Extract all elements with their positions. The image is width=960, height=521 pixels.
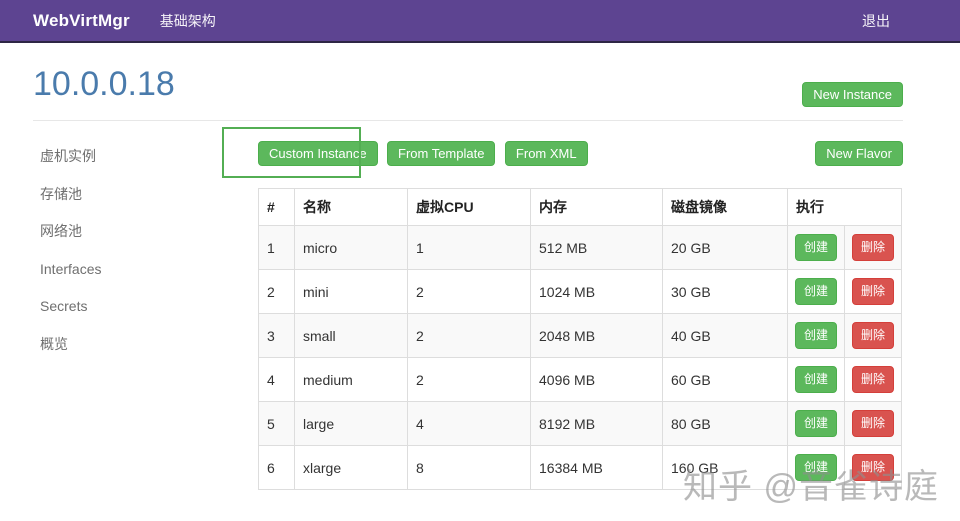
page-container: 10.0.0.18 New Instance 虚机实例 存储池 网络池 Inte… — [33, 43, 903, 490]
flavor-name: mini — [295, 270, 408, 314]
create-cell: 创建 — [788, 358, 845, 402]
create-button[interactable]: 创建 — [795, 278, 837, 305]
create-button[interactable]: 创建 — [795, 366, 837, 393]
flavor-memory: 2048 MB — [531, 314, 663, 358]
col-header-number: # — [259, 189, 295, 226]
delete-button[interactable]: 删除 — [852, 322, 894, 349]
flavor-name: xlarge — [295, 446, 408, 490]
flavor-disk: 80 GB — [663, 402, 788, 446]
delete-button[interactable]: 删除 — [852, 278, 894, 305]
create-cell: 创建 — [788, 270, 845, 314]
flavor-disk: 20 GB — [663, 226, 788, 270]
delete-cell: 删除 — [845, 270, 902, 314]
delete-cell: 删除 — [845, 402, 902, 446]
flavor-memory: 4096 MB — [531, 358, 663, 402]
nav-logout[interactable]: 退出 — [862, 11, 890, 31]
delete-button[interactable]: 删除 — [852, 366, 894, 393]
row-number: 5 — [259, 402, 295, 446]
flavor-disk: 60 GB — [663, 358, 788, 402]
flavors-table-header: # 名称 虚拟CPU 内存 磁盘镜像 执行 — [259, 189, 902, 226]
flavor-memory: 16384 MB — [531, 446, 663, 490]
delete-button[interactable]: 删除 — [852, 234, 894, 261]
col-header-disk: 磁盘镜像 — [663, 189, 788, 226]
create-button[interactable]: 创建 — [795, 410, 837, 437]
page-header: 10.0.0.18 New Instance — [33, 43, 903, 107]
create-cell: 创建 — [788, 402, 845, 446]
flavor-memory: 512 MB — [531, 226, 663, 270]
body-row: 虚机实例 存储池 网络池 Interfaces Secrets 概览 Custo… — [33, 121, 903, 490]
sidebar-item-networks[interactable]: 网络池 — [40, 224, 258, 239]
toolbar-left-group: Custom Instance From Template From XML — [258, 141, 593, 166]
delete-button[interactable]: 删除 — [852, 410, 894, 437]
sidebar-item-secrets[interactable]: Secrets — [40, 299, 258, 314]
flavor-name: large — [295, 402, 408, 446]
row-number: 4 — [259, 358, 295, 402]
sidebar: 虚机实例 存储池 网络池 Interfaces Secrets 概览 — [33, 121, 258, 490]
flavor-disk: 40 GB — [663, 314, 788, 358]
table-row: 1 micro 1 512 MB 20 GB 创建 删除 — [259, 226, 902, 270]
col-header-name: 名称 — [295, 189, 408, 226]
delete-button[interactable]: 删除 — [852, 454, 894, 481]
flavor-disk: 30 GB — [663, 270, 788, 314]
table-row: 3 small 2 2048 MB 40 GB 创建 删除 — [259, 314, 902, 358]
sidebar-item-overview[interactable]: 概览 — [40, 337, 258, 352]
col-header-actions: 执行 — [788, 189, 902, 226]
custom-instance-button[interactable]: Custom Instance — [258, 141, 378, 166]
delete-cell: 删除 — [845, 358, 902, 402]
create-button[interactable]: 创建 — [795, 234, 837, 261]
flavors-table: # 名称 虚拟CPU 内存 磁盘镜像 执行 1 micro 1 512 MB 2… — [258, 188, 902, 490]
flavor-table-body: 1 micro 1 512 MB 20 GB 创建 删除 2 mini 2 10… — [259, 226, 902, 490]
page-title: 10.0.0.18 — [33, 65, 175, 103]
flavor-name: micro — [295, 226, 408, 270]
create-cell: 创建 — [788, 226, 845, 270]
delete-cell: 删除 — [845, 314, 902, 358]
col-header-vcpu: 虚拟CPU — [408, 189, 531, 226]
flavor-vcpu: 4 — [408, 402, 531, 446]
create-cell: 创建 — [788, 446, 845, 490]
row-number: 3 — [259, 314, 295, 358]
sidebar-item-instances[interactable]: 虚机实例 — [40, 149, 258, 164]
row-number: 1 — [259, 226, 295, 270]
table-row: 2 mini 2 1024 MB 30 GB 创建 删除 — [259, 270, 902, 314]
new-flavor-button[interactable]: New Flavor — [815, 141, 903, 166]
main-content: Custom Instance From Template From XML N… — [258, 121, 903, 490]
col-header-memory: 内存 — [531, 189, 663, 226]
flavor-vcpu: 8 — [408, 446, 531, 490]
new-instance-button[interactable]: New Instance — [802, 82, 903, 107]
nav-item-infrastructure[interactable]: 基础架构 — [160, 11, 216, 31]
sidebar-item-interfaces[interactable]: Interfaces — [40, 262, 258, 277]
flavor-disk: 160 GB — [663, 446, 788, 490]
create-button[interactable]: 创建 — [795, 322, 837, 349]
flavor-vcpu: 2 — [408, 314, 531, 358]
from-template-button[interactable]: From Template — [387, 141, 495, 166]
create-button[interactable]: 创建 — [795, 454, 837, 481]
flavor-vcpu: 2 — [408, 270, 531, 314]
table-row: 4 medium 2 4096 MB 60 GB 创建 删除 — [259, 358, 902, 402]
sidebar-item-storages[interactable]: 存储池 — [40, 187, 258, 202]
table-row: 6 xlarge 8 16384 MB 160 GB 创建 删除 — [259, 446, 902, 490]
instance-toolbar: Custom Instance From Template From XML N… — [258, 141, 903, 166]
flavor-vcpu: 2 — [408, 358, 531, 402]
create-cell: 创建 — [788, 314, 845, 358]
row-number: 6 — [259, 446, 295, 490]
delete-cell: 删除 — [845, 446, 902, 490]
flavor-memory: 8192 MB — [531, 402, 663, 446]
flavor-name: small — [295, 314, 408, 358]
table-row: 5 large 4 8192 MB 80 GB 创建 删除 — [259, 402, 902, 446]
delete-cell: 删除 — [845, 226, 902, 270]
navbar: WebVirtMgr 基础架构 退出 — [0, 0, 960, 43]
flavor-memory: 1024 MB — [531, 270, 663, 314]
from-xml-button[interactable]: From XML — [505, 141, 588, 166]
row-number: 2 — [259, 270, 295, 314]
app-brand[interactable]: WebVirtMgr — [33, 11, 130, 31]
flavor-name: medium — [295, 358, 408, 402]
flavor-vcpu: 1 — [408, 226, 531, 270]
